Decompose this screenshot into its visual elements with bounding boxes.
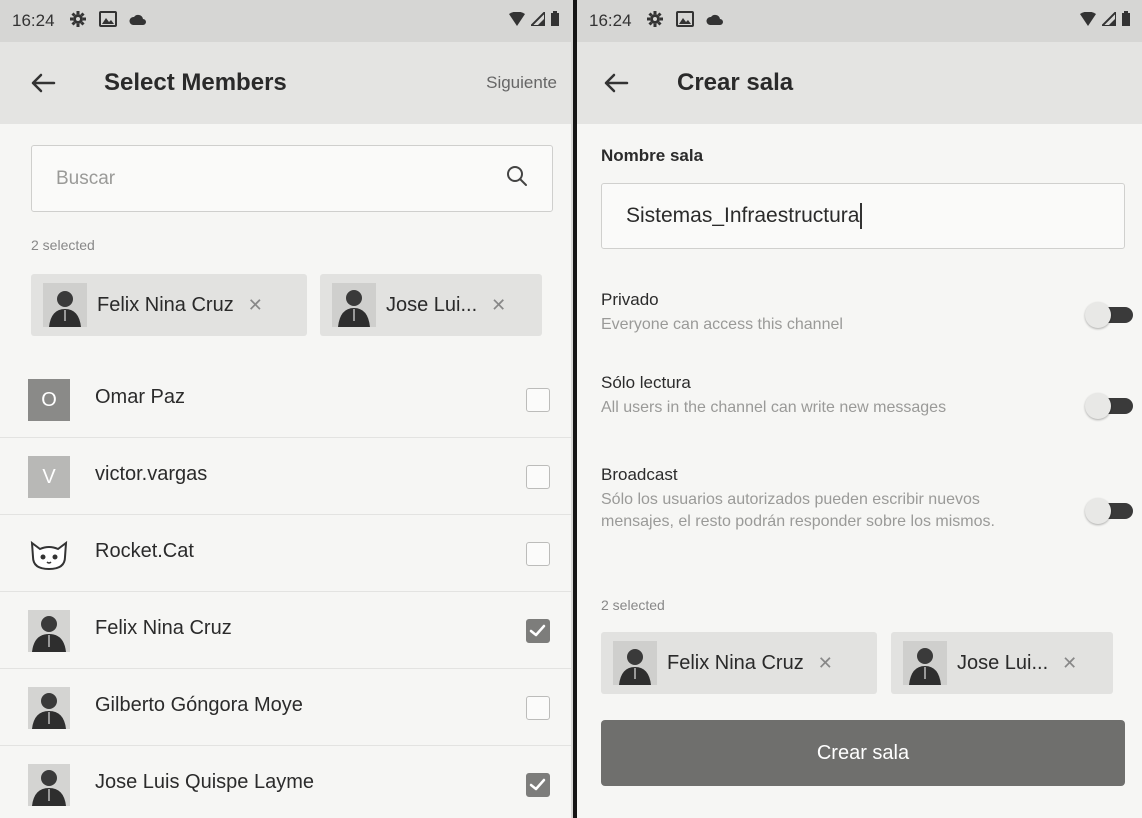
member-checkbox[interactable] xyxy=(526,388,550,412)
member-row[interactable]: Vvictor.vargas xyxy=(0,438,571,515)
member-row[interactable]: Jose Luis Quispe Layme xyxy=(0,746,571,818)
member-row[interactable]: Gilberto Góngora Moye xyxy=(0,669,571,746)
check-icon xyxy=(529,624,546,637)
option-title: Broadcast xyxy=(601,465,678,484)
status-time: 16:24 xyxy=(589,11,632,30)
selected-chip[interactable]: Felix Nina Cruz ✕ xyxy=(601,632,877,694)
gear-icon xyxy=(69,10,87,33)
wifi-icon xyxy=(509,11,525,31)
close-icon[interactable]: ✕ xyxy=(818,653,833,674)
member-checkbox[interactable] xyxy=(526,542,550,566)
member-row[interactable]: Felix Nina Cruz xyxy=(0,592,571,669)
avatar xyxy=(28,610,70,652)
member-name: Omar Paz xyxy=(95,386,186,408)
next-button[interactable]: Siguiente xyxy=(486,73,557,93)
room-name-label: Nombre sala xyxy=(601,146,704,165)
search-input[interactable]: Buscar xyxy=(31,145,553,212)
member-checkbox[interactable] xyxy=(526,619,550,643)
app-bar: Crear sala xyxy=(577,42,1142,124)
rocket-cat-icon xyxy=(28,533,70,575)
option-read-only: Sólo lectura All users in the channel ca… xyxy=(601,373,1141,419)
battery-icon xyxy=(551,11,559,31)
option-description: Everyone can access this channel xyxy=(601,316,843,333)
chip-name: Felix Nina Cruz xyxy=(667,651,804,674)
chip-name: Jose Lui... xyxy=(957,651,1049,674)
option-private: Privado Everyone can access this channel xyxy=(601,290,1141,336)
avatar xyxy=(43,283,87,327)
check-icon xyxy=(529,778,546,791)
avatar xyxy=(332,283,376,327)
signal-icon xyxy=(1099,9,1117,31)
back-arrow-icon[interactable] xyxy=(601,68,631,98)
member-checkbox[interactable] xyxy=(526,465,550,489)
cloud-icon xyxy=(129,11,147,31)
option-broadcast: Broadcast Sólo los usuarios autorizados … xyxy=(601,465,1141,533)
option-description: Sólo los usuarios autorizados pueden esc… xyxy=(601,491,995,530)
selected-chip[interactable]: Jose Lui... ✕ xyxy=(891,632,1113,694)
avatar: V xyxy=(28,456,70,498)
member-row[interactable]: Rocket.Cat xyxy=(0,515,571,592)
option-description: All users in the channel can write new m… xyxy=(601,399,947,416)
battery-icon xyxy=(1122,11,1130,31)
room-name-value: Sistemas_Infraestructura xyxy=(626,204,860,227)
close-icon[interactable]: ✕ xyxy=(1062,653,1077,674)
member-checkbox[interactable] xyxy=(526,773,550,797)
avatar xyxy=(903,641,947,685)
search-icon[interactable] xyxy=(506,165,528,192)
status-bar: 16:24 xyxy=(577,0,1142,42)
create-room-screen: 16:24 Crear sala Nombre sala Sistemas_In… xyxy=(577,0,1142,818)
text-caret xyxy=(860,203,863,229)
status-bar: 16:24 xyxy=(0,0,571,42)
broadcast-toggle[interactable] xyxy=(1085,498,1133,524)
app-bar: Select Members Siguiente xyxy=(0,42,571,124)
avatar xyxy=(613,641,657,685)
page-title: Select Members xyxy=(104,69,287,96)
image-icon xyxy=(98,10,117,32)
member-name: Rocket.Cat xyxy=(95,540,194,562)
member-name: victor.vargas xyxy=(95,463,208,485)
status-time: 16:24 xyxy=(12,11,55,30)
avatar xyxy=(28,687,70,729)
member-name: Gilberto Góngora Moye xyxy=(95,694,303,716)
signal-icon xyxy=(528,9,546,31)
avatar xyxy=(28,764,70,806)
cloud-icon xyxy=(706,11,724,31)
member-name: Felix Nina Cruz xyxy=(95,617,232,639)
chip-name: Jose Lui... xyxy=(386,293,478,316)
option-title: Privado xyxy=(601,290,659,309)
select-members-screen: 16:24 Select Members Siguiente Buscar 2 … xyxy=(0,0,573,818)
option-title: Sólo lectura xyxy=(601,373,691,392)
selected-count: 2 selected xyxy=(31,237,95,253)
chip-name: Felix Nina Cruz xyxy=(97,293,234,316)
create-room-button[interactable]: Crear sala xyxy=(601,720,1125,786)
page-title: Crear sala xyxy=(677,69,794,96)
read-only-toggle[interactable] xyxy=(1085,393,1133,419)
back-arrow-icon[interactable] xyxy=(28,68,58,98)
wifi-icon xyxy=(1080,11,1096,31)
member-name: Jose Luis Quispe Layme xyxy=(95,771,315,793)
room-name-field[interactable]: Sistemas_Infraestructura xyxy=(601,183,1125,249)
member-row[interactable]: O Omar Paz xyxy=(0,361,571,438)
private-toggle[interactable] xyxy=(1085,302,1133,328)
selected-chip[interactable]: Felix Nina Cruz ✕ xyxy=(31,274,307,336)
avatar: O xyxy=(28,379,70,421)
gear-icon xyxy=(646,10,664,33)
image-icon xyxy=(675,10,694,32)
search-placeholder: Buscar xyxy=(56,167,116,189)
selected-count: 2 selected xyxy=(601,597,665,613)
close-icon[interactable]: ✕ xyxy=(248,295,263,316)
member-checkbox[interactable] xyxy=(526,696,550,720)
selected-chip[interactable]: Jose Lui... ✕ xyxy=(320,274,542,336)
close-icon[interactable]: ✕ xyxy=(491,295,506,316)
